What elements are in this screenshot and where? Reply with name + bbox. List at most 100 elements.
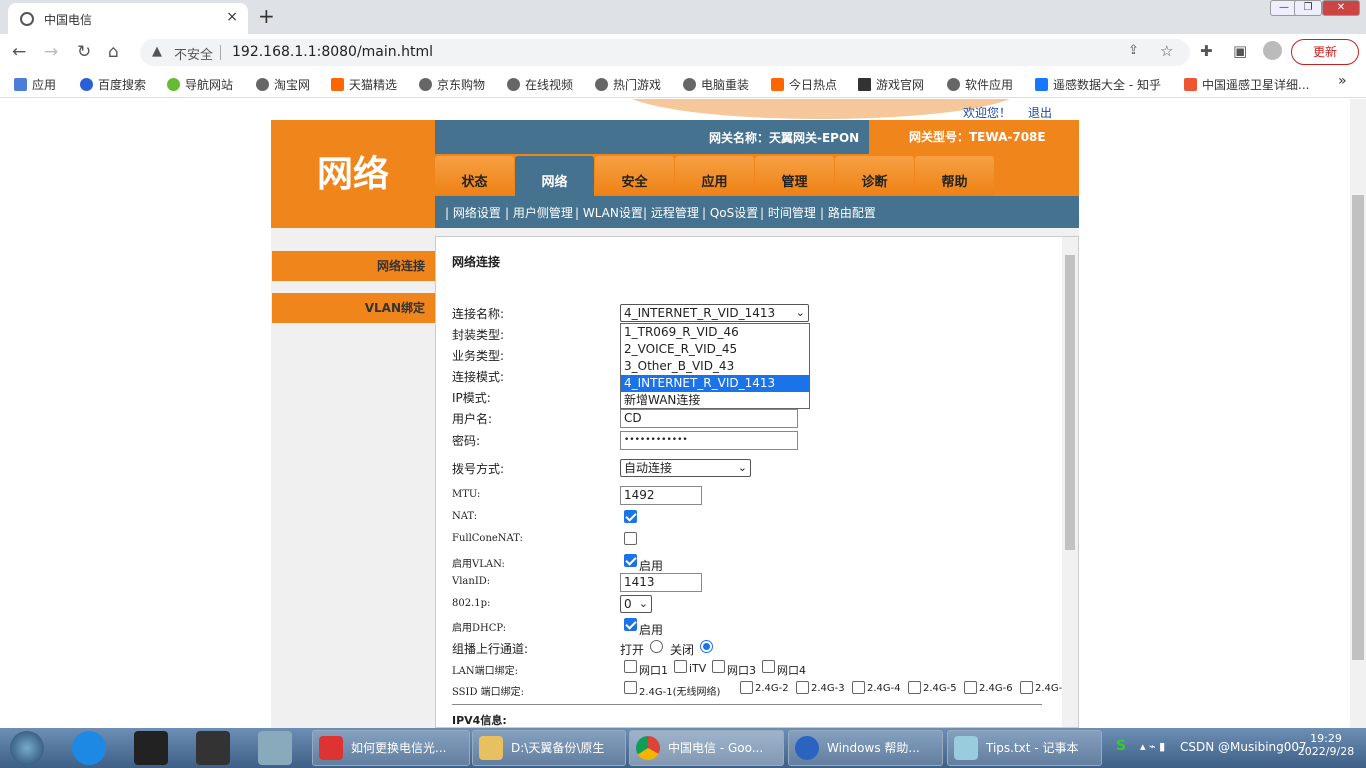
subtab-routing[interactable]: | 路由配置 [820,204,876,221]
ssid-port-checkbox[interactable] [852,681,865,694]
tab-help[interactable]: 帮助 [915,156,994,196]
bookmark-item[interactable]: 遥感数据大全 - 知乎 [1035,76,1161,93]
extensions-icon[interactable]: ✚ [1200,42,1213,60]
profile-icon[interactable] [1263,41,1282,60]
multicast-close-radio[interactable] [700,640,713,653]
bookmark-item[interactable]: 天猫精选 [331,76,397,93]
subtab-remote[interactable]: | 远程管理 [643,204,699,221]
bookmark-item[interactable]: 在线视频 [507,76,573,93]
menu-vlan-binding[interactable]: VLAN绑定 [272,293,435,323]
vlan-checkbox[interactable] [624,554,637,567]
app-icon[interactable] [196,731,230,765]
dropdown-option[interactable]: 3_Other_B_VID_43 [621,358,809,375]
update-button[interactable]: 更新 [1291,39,1359,65]
ssid-port-checkbox[interactable] [964,681,977,694]
notepad-icon [954,736,978,760]
start-icon[interactable] [10,731,44,765]
tray-icons[interactable]: ▴ ⌁ ▮ [1140,740,1165,753]
url-text[interactable]: 192.168.1.1:8080/main.html [232,44,433,60]
password-input[interactable]: •••••••••••• [620,431,798,450]
reload-icon[interactable]: ↻ [77,42,91,62]
fullcone-checkbox[interactable] [624,532,637,545]
taskbar-button[interactable]: Tips.txt - 记事本 [947,730,1102,766]
vlanid-input[interactable]: 1413 [620,573,702,592]
page-scrollbar[interactable] [1350,99,1366,728]
bookmark-item[interactable]: 游戏官网 [858,76,924,93]
scrollbar-thumb[interactable] [1352,195,1364,660]
bookmark-item[interactable]: 中国遥感卫星详细... [1184,76,1309,93]
logout-link[interactable]: 退出 [1028,104,1052,121]
bookmark-item[interactable]: 软件应用 [947,76,1013,93]
lan-port-label: 网口1 [639,664,668,677]
ssid-port-checkbox[interactable] [740,681,753,694]
app-icon[interactable] [134,731,168,765]
close-tab-icon[interactable]: × [226,9,238,25]
bookmark-item[interactable]: 热门游戏 [595,76,661,93]
close-window-icon[interactable]: ✕ [1322,0,1360,16]
lan-port-checkbox[interactable] [674,660,687,673]
nat-checkbox[interactable] [624,510,637,523]
clock[interactable]: 19:29 2022/9/28 [1296,732,1356,758]
lan-port-checkbox[interactable] [712,660,725,673]
tab-network[interactable]: 网络 [515,156,594,196]
bookmark-item[interactable]: 淘宝网 [256,76,310,93]
lan-port-checkbox[interactable] [762,660,775,673]
taskbar-button[interactable]: Windows 帮助... [788,730,943,766]
home-icon[interactable]: ⌂ [108,42,119,62]
dropdown-option[interactable]: 新增WAN连接 [621,392,809,409]
tab-diagnosis[interactable]: 诊断 [835,156,914,196]
tab-application[interactable]: 应用 [675,156,754,196]
subtab-qos[interactable]: | QoS设置 [702,204,758,221]
dhcp-checkbox[interactable] [624,618,637,631]
bookmark-item[interactable]: 今日热点 [771,76,837,93]
decorative-curve [621,99,1021,119]
subtab-network-settings[interactable]: | 网络设置 [445,204,501,221]
star-icon[interactable]: ☆ [1160,42,1173,60]
forward-icon[interactable]: → [44,42,58,62]
gateway-name: 网关名称：天翼网关-EPON [709,131,860,145]
browser-tab[interactable]: 中国电信 × [8,3,248,34]
ssid-port-checkbox[interactable] [624,681,637,694]
dial-select[interactable]: 自动连接 ⌄ [620,459,751,477]
sogou-icon[interactable]: S [1116,738,1126,754]
restore-icon[interactable]: ❐ [1294,0,1322,16]
bookmarks-more-icon[interactable]: » [1338,73,1347,89]
p8021-select[interactable]: 0 ⌄ [620,595,652,613]
bookmark-item[interactable]: 应用 [14,76,56,93]
username-input[interactable]: CD [620,409,798,428]
share-icon[interactable]: ⇪ [1128,43,1139,58]
bookmark-item[interactable]: 电脑重装 [683,76,749,93]
address-bar[interactable]: ▲ 不安全 192.168.1.1:8080/main.html ⇪ ☆ [140,39,1190,66]
subtab-user-side[interactable]: | 用户侧管理 [505,204,573,221]
scrollbar-thumb[interactable] [1065,255,1075,550]
dropdown-option[interactable]: 1_TR069_R_VID_46 [621,324,809,341]
dropdown-option[interactable]: 2_VOICE_R_VID_45 [621,341,809,358]
ssid-port-checkbox[interactable] [796,681,809,694]
back-icon[interactable]: ← [12,42,26,62]
sidepanel-icon[interactable]: ▣ [1233,42,1247,60]
dropdown-option-selected[interactable]: 4_INTERNET_R_VID_1413 [621,375,809,392]
ssid-port-checkbox[interactable] [908,681,921,694]
control-panel-icon[interactable] [258,731,292,765]
menu-network-connection[interactable]: 网络连接 [272,251,435,281]
conn-name-select[interactable]: 4_INTERNET_R_VID_1413 ⌄ [620,304,809,322]
subtab-wlan[interactable]: | WLAN设置 [575,204,643,221]
lan-port-checkbox[interactable] [624,660,637,673]
mtu-input[interactable]: 1492 [620,486,702,505]
tab-status[interactable]: 状态 [435,156,514,196]
kugou-icon[interactable] [72,731,106,765]
tab-management[interactable]: 管理 [755,156,834,196]
left-menu: 网络连接 VLAN绑定 [271,228,435,728]
bookmark-item[interactable]: 百度搜索 [80,76,146,93]
taskbar-button[interactable]: 中国电信 - Goo... [629,730,784,766]
content-scrollbar[interactable] [1062,237,1078,727]
taskbar-button[interactable]: D:\天翼备份\原生 [472,730,626,766]
subtab-time[interactable]: | 时间管理 [760,204,816,221]
multicast-open-radio[interactable] [650,640,663,653]
ssid-port-checkbox[interactable] [1020,681,1033,694]
bookmark-item[interactable]: 导航网站 [167,76,233,93]
tab-security[interactable]: 安全 [595,156,674,196]
taskbar-button[interactable]: 如何更换电信光... [312,730,470,766]
bookmark-item[interactable]: 京东购物 [419,76,485,93]
new-tab-icon[interactable]: + [258,4,275,28]
